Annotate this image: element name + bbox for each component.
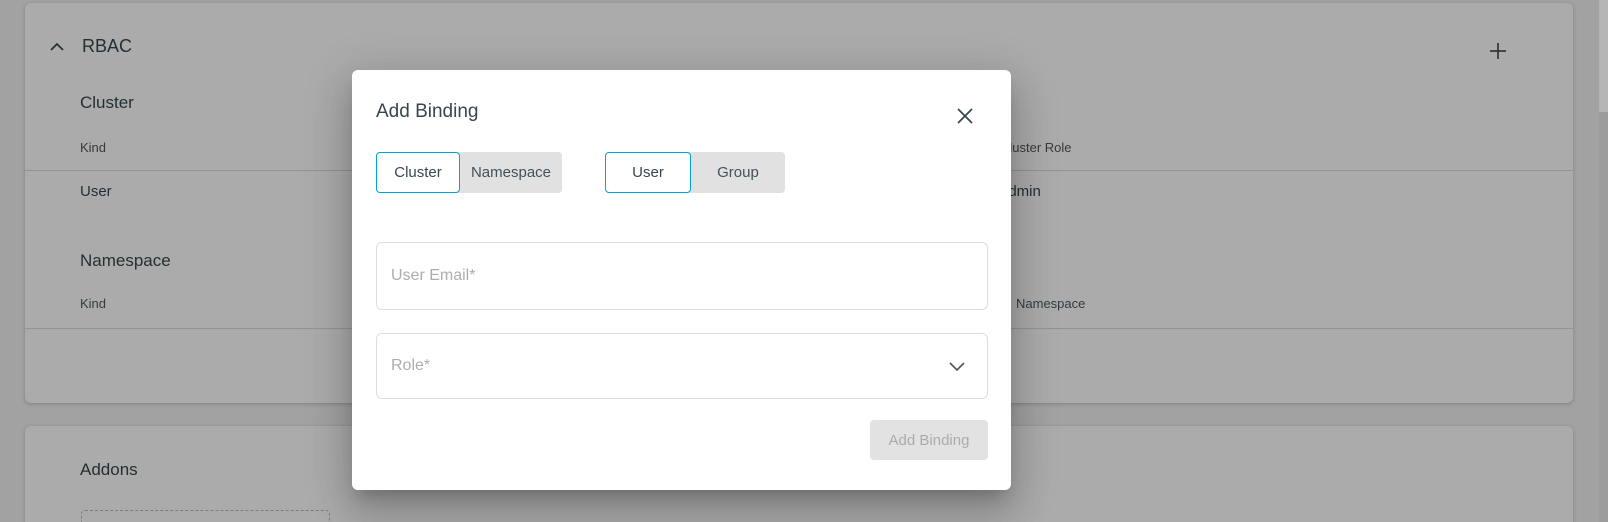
role-select-placeholder: Role* [391, 357, 431, 374]
scrollbar-track[interactable] [1599, 0, 1608, 522]
chevron-down-icon [949, 362, 965, 371]
add-binding-dialog: Add Binding Cluster Namespace User Group… [352, 70, 1011, 490]
toggle-group[interactable]: Group [691, 152, 785, 193]
binding-scope-toggle-group: Cluster Namespace [376, 152, 562, 193]
dialog-title: Add Binding [376, 101, 479, 122]
toggle-namespace[interactable]: Namespace [460, 152, 562, 193]
add-binding-submit-button[interactable]: Add Binding [870, 420, 988, 460]
close-icon [957, 108, 973, 124]
close-button[interactable] [951, 102, 979, 130]
role-select[interactable]: Role* [376, 333, 988, 399]
scrollbar-thumb[interactable] [1599, 0, 1608, 112]
toggle-cluster[interactable]: Cluster [376, 152, 460, 193]
user-email-input[interactable] [377, 243, 987, 309]
toggle-user[interactable]: User [605, 152, 691, 193]
binding-subject-toggle-group: User Group [605, 152, 785, 193]
user-email-field-wrapper [376, 242, 988, 310]
